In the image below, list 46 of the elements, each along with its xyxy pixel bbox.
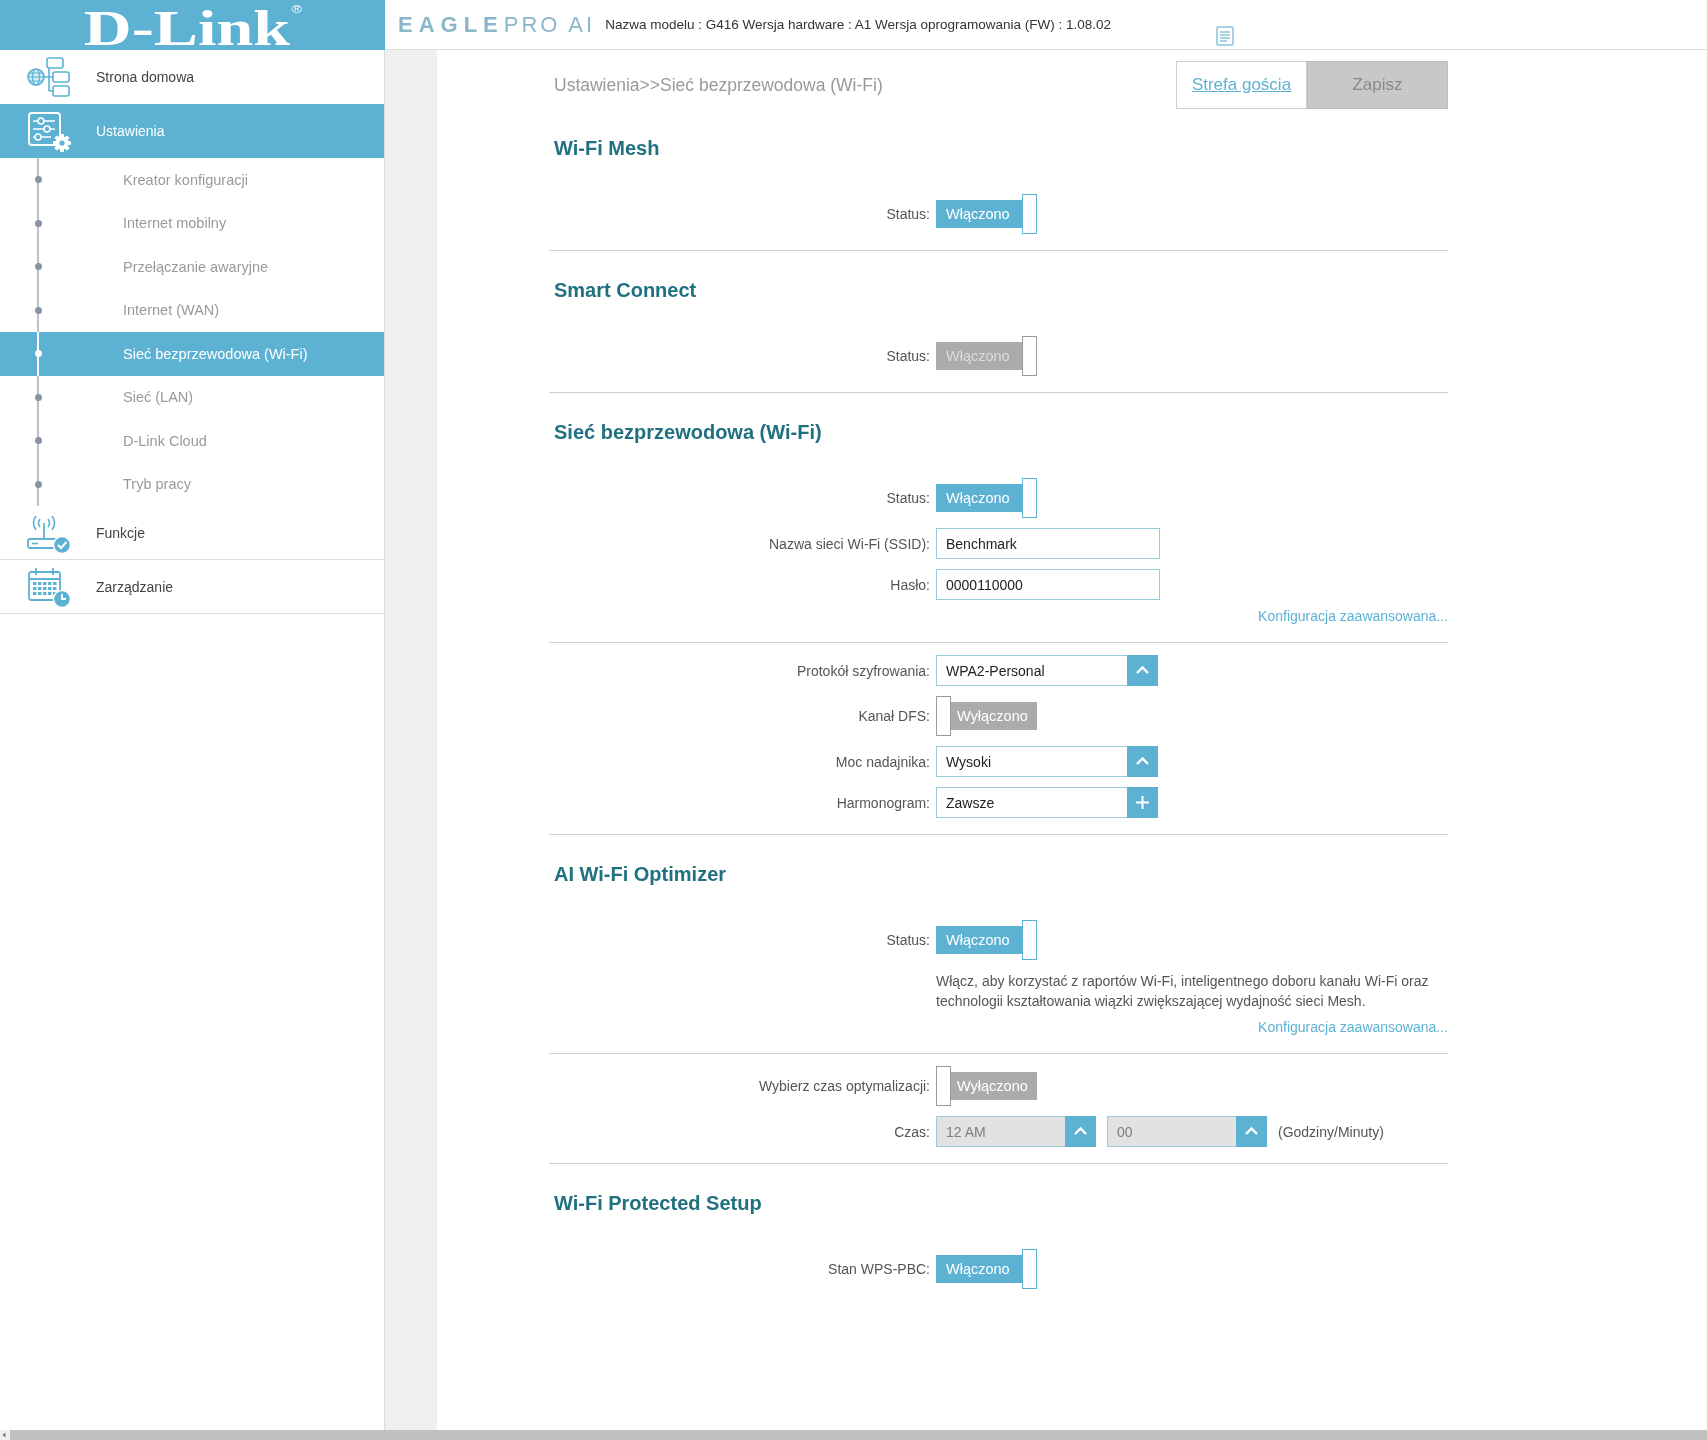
field-label: Stan WPS-PBC: <box>827 1261 930 1277</box>
field-label: Status: <box>885 206 930 222</box>
tree-dot-icon <box>34 219 42 227</box>
link-button[interactable]: Strefa gościa <box>1176 61 1307 109</box>
scroll-left-arrow-icon[interactable] <box>0 1430 8 1440</box>
advanced-settings-link[interactable]: Konfiguracja zaawansowana... <box>1258 606 1448 626</box>
field-label: Nazwa sieci Wi-Fi (SSID): <box>768 535 930 552</box>
advanced-settings-link[interactable]: Konfiguracja zaawansowana... <box>1258 1017 1448 1037</box>
section-title: Sieć bezprzewodowa (Wi-Fi) <box>554 420 823 445</box>
text-field[interactable]: 0000110000 <box>936 569 1160 600</box>
tree-dot-icon <box>34 393 42 401</box>
tree-dot-icon <box>34 176 42 184</box>
section-title: Smart Connect <box>554 278 698 303</box>
tree-dot-icon <box>34 263 42 271</box>
field-label: Status: <box>885 490 930 506</box>
model-info: Nazwa modelu : G416 Wersja hardware : A1 Wersja oprogramowania (FW) : 1.08.02 <box>605 17 1112 32</box>
tree-dot-icon <box>34 480 42 488</box>
field-label: Hasło: <box>889 576 930 593</box>
settings-sliders-icon <box>26 110 72 152</box>
unit-label: (Godziny/Minuty) <box>1278 1123 1384 1140</box>
breadcrumb: Ustawienia>>Sieć bezprzewodowa (Wi-Fi) <box>553 74 883 96</box>
nav-item[interactable]: Ustawienia <box>0 104 384 158</box>
text-field[interactable]: Benchmark <box>936 528 1160 559</box>
field-label: Harmonogram: <box>835 794 930 811</box>
field-label: Moc nadajnika: <box>834 753 930 770</box>
tree-dot-icon <box>34 437 42 445</box>
help-text: Włącz, aby korzystać z raportów Wi-Fi, inteligentnego doboru kanału Wi-Fi oraz technologii kształtowania wiązki zwiększającej wydajność sieci Mesh. <box>936 972 1430 1011</box>
tree-dot-icon <box>34 350 42 358</box>
field-label: Czas: <box>893 1123 930 1140</box>
field-label: Protokół szyfrowania: <box>795 662 930 679</box>
section-title: AI Wi-Fi Optimizer <box>554 862 728 887</box>
globe-sitemap-icon <box>26 56 72 98</box>
product-logo: EAGLE PRO AI <box>398 11 596 38</box>
field-label: Status: <box>885 932 930 948</box>
field-label: Status: <box>885 348 930 364</box>
chevron-up-icon[interactable] <box>1127 655 1158 686</box>
calendar-clock-icon <box>26 565 72 608</box>
field-label: Wybierz czas optymalizacji: <box>757 1078 930 1094</box>
field-label: Kanał DFS: <box>857 708 930 724</box>
section-title: Wi-Fi Protected Setup <box>554 1191 763 1216</box>
nav-subitem[interactable]: Sieć bezprzewodowa (Wi-Fi) <box>0 332 384 376</box>
document-icon[interactable] <box>1216 26 1234 46</box>
tree-dot-icon <box>34 306 42 314</box>
section-title: Wi-Fi Mesh <box>554 136 661 161</box>
chevron-up-icon[interactable] <box>1127 746 1158 777</box>
plus-icon[interactable] <box>1127 787 1158 818</box>
